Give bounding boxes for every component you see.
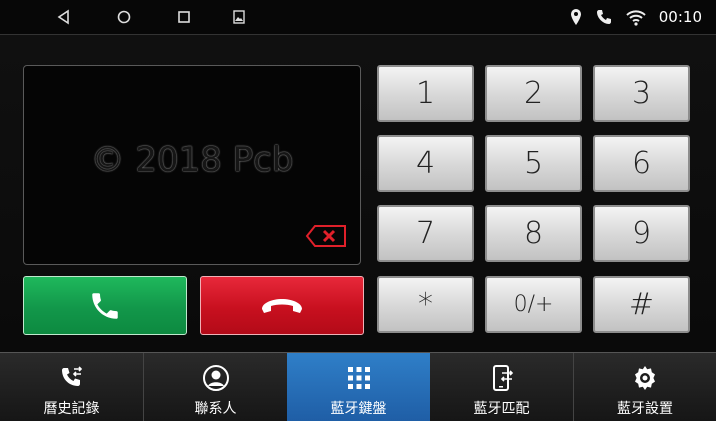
- tab-label: 藍牙鍵盤: [330, 400, 387, 416]
- key-4[interactable]: 4: [377, 135, 474, 192]
- key-5[interactable]: 5: [485, 135, 582, 192]
- screenshot-icon[interactable]: [230, 8, 248, 26]
- key-8[interactable]: 8: [485, 205, 582, 262]
- number-display: © 2018 Pcb: [23, 65, 361, 265]
- watermark: © 2018 Pcb: [90, 140, 294, 180]
- key-1[interactable]: 1: [377, 65, 474, 122]
- key-6[interactable]: 6: [593, 135, 690, 192]
- key-7[interactable]: 7: [377, 205, 474, 262]
- tab-dialpad[interactable]: 藍牙鍵盤: [287, 353, 430, 421]
- tab-label: 聯系人: [194, 400, 237, 416]
- recents-icon[interactable]: [175, 8, 193, 26]
- hang-up-icon: [262, 298, 302, 313]
- clock: 00:10: [658, 8, 702, 26]
- tab-contacts[interactable]: 聯系人: [144, 353, 287, 421]
- backspace-icon[interactable]: [305, 224, 347, 248]
- dialer-main: © 2018 Pcb 1 2 3 4 5 6 7 8 9 * 0/+ #: [0, 35, 716, 352]
- contacts-icon: [202, 365, 229, 391]
- key-star[interactable]: *: [377, 276, 474, 333]
- hang-up-button[interactable]: [200, 276, 364, 335]
- status-bar: 00:10: [0, 0, 716, 34]
- settings-icon: [635, 366, 655, 390]
- key-3[interactable]: 3: [593, 65, 690, 122]
- home-icon[interactable]: [115, 8, 133, 26]
- phone-icon: [92, 292, 118, 319]
- call-history-icon: [61, 366, 82, 386]
- key-2[interactable]: 2: [485, 65, 582, 122]
- call-button[interactable]: [23, 276, 187, 335]
- back-icon[interactable]: [55, 8, 73, 26]
- device-pair-icon: [492, 365, 513, 391]
- tab-label: 藍牙匹配: [473, 400, 530, 416]
- wifi-icon: [626, 10, 646, 26]
- key-9[interactable]: 9: [593, 205, 690, 262]
- bottom-tab-bar: 曆史記錄 聯系人 藍牙鍵盤 藍牙匹配 藍牙設置: [0, 352, 716, 421]
- tab-settings[interactable]: 藍牙設置: [574, 353, 716, 421]
- location-icon: [570, 9, 581, 25]
- tab-label: 藍牙設置: [617, 400, 673, 416]
- key-hash[interactable]: #: [593, 276, 690, 333]
- phone-icon: [596, 10, 611, 24]
- tab-label: 曆史記錄: [43, 400, 100, 416]
- key-0-plus[interactable]: 0/+: [485, 276, 582, 333]
- tab-device-pair[interactable]: 藍牙匹配: [430, 353, 573, 421]
- dialpad-icon: [347, 367, 370, 389]
- tab-call-history[interactable]: 曆史記錄: [0, 353, 143, 421]
